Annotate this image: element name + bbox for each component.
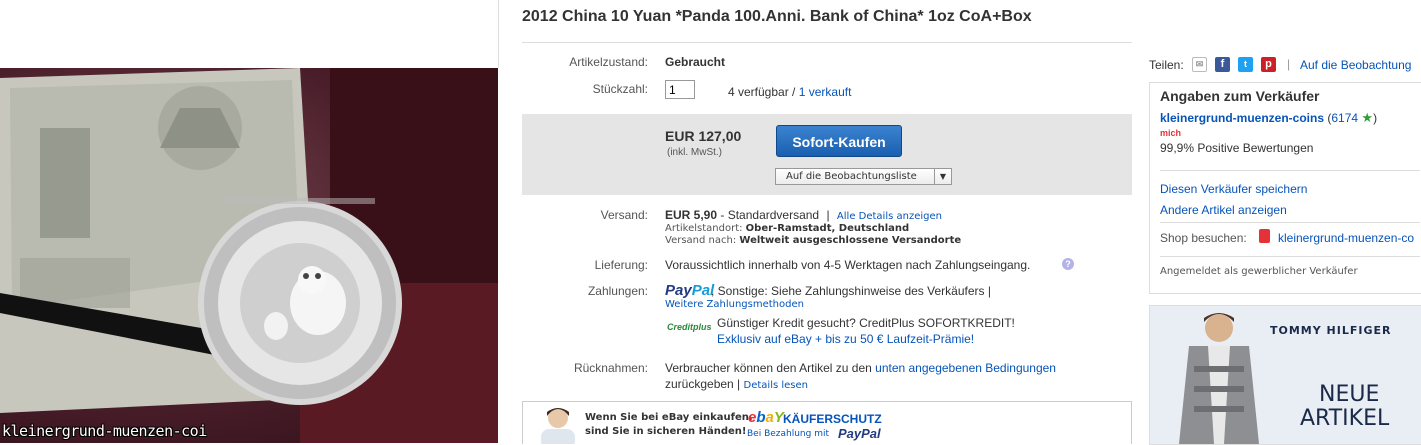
price: EUR 127,00 — [665, 128, 742, 144]
ad-line2: ARTIKEL — [1300, 406, 1390, 431]
item-title: 2012 China 10 Yuan *Panda 100.Anni. Bank… — [522, 8, 1032, 25]
returns-text-after: zurückgeben | — [665, 377, 741, 391]
creditplus-logo: Creditplus — [667, 322, 712, 332]
shipping-label: Versand: — [600, 208, 648, 222]
paypal-logo-pay: Pay — [665, 282, 692, 299]
ships-to-value: Weltweit ausgeschlossene Versandorte — [739, 235, 962, 246]
coin-photo-illustration — [0, 68, 498, 443]
returns-label: Rücknahmen: — [573, 361, 648, 375]
other-items-link[interactable]: Andere Artikel anzeigen — [1160, 203, 1287, 217]
shop-link[interactable]: kleinergrund-muenzen-co — [1278, 231, 1414, 245]
ebay-logo-b: b — [756, 409, 766, 426]
ad-brand-text: TOMMY HILFIGER — [1270, 324, 1392, 337]
returns-text-2: zurückgeben | Details lesen — [665, 377, 808, 391]
protection-line2: sind Sie in sicheren Händen! — [585, 426, 747, 437]
returns-details-link[interactable]: Details lesen — [744, 380, 808, 391]
returns-text-before: Verbraucher können den Artikel zu den — [665, 361, 876, 375]
share-separator: | — [1287, 57, 1291, 71]
watchlist-label: Auf die Beobachtungsliste — [786, 171, 917, 182]
protection-paypal: PayPal — [838, 426, 881, 441]
seller-name-row: kleinergrund-muenzen-coins (6174 ★) — [1160, 110, 1377, 126]
email-icon[interactable]: ✉ — [1192, 57, 1207, 72]
item-location: Artikelstandort: Ober-Ramstadt, Deutschl… — [665, 223, 909, 234]
positive-feedback: 99,9% Positive Bewertungen — [1160, 141, 1314, 155]
twitter-icon[interactable]: t — [1238, 57, 1253, 72]
sold-separator: / — [788, 85, 799, 99]
item-photo[interactable] — [0, 68, 498, 443]
location-value: Ober-Ramstadt, Deutschland — [745, 223, 910, 234]
facebook-icon[interactable]: f — [1215, 57, 1230, 72]
condition-value: Gebraucht — [665, 55, 726, 69]
image-gallery-top — [0, 0, 499, 68]
returns-text: Verbraucher können den Artikel zu den un… — [665, 361, 1056, 375]
sold-link[interactable]: 1 verkauft — [799, 85, 852, 99]
protection-brand-title: KÄUFERSCHUTZ — [783, 412, 882, 426]
paypal-logo: PayPal — [665, 282, 714, 299]
credit-text: Günstiger Kredit gesucht? CreditPlus SOF… — [717, 316, 1015, 330]
delivery-label: Lieferung: — [594, 258, 648, 272]
shipping-details-link[interactable]: Alle Details anzeigen — [837, 211, 942, 222]
ships-to-label: Versand nach: — [665, 235, 737, 246]
ad-brand: TOMMY HILFIGER — [1270, 324, 1391, 337]
feedback-score-link[interactable]: 6174 — [1331, 111, 1358, 125]
seller-divider-1 — [1160, 170, 1420, 171]
protection-line1: Wenn Sie bei eBay einkaufen, — [585, 412, 753, 423]
quantity-label: Stückzahl: — [592, 82, 648, 96]
feedback-close: ) — [1373, 111, 1378, 125]
payment-label: Zahlungen: — [587, 284, 648, 298]
payment-other-text: , Sonstige: Siehe Zahlungshinweise des V… — [711, 284, 991, 298]
chevron-down-icon[interactable]: ▼ — [934, 169, 951, 184]
seller-divider-3 — [1160, 256, 1420, 257]
more-payment-methods-link[interactable]: Weitere Zahlungsmethoden — [665, 299, 804, 310]
pinterest-icon[interactable]: p — [1261, 57, 1276, 72]
save-seller-link[interactable]: Diesen Verkäufer speichern — [1160, 182, 1307, 196]
buy-now-button[interactable]: Sofort-Kaufen — [776, 125, 902, 157]
credit-link[interactable]: Exklusiv auf eBay + bis zu 50 € Laufzeit… — [717, 332, 974, 346]
shipping-separator: | — [826, 208, 830, 222]
shipping-method: - Standardversand — [720, 208, 820, 222]
feedback-star-icon: ★ — [1361, 110, 1374, 125]
quantity-input[interactable] — [665, 80, 695, 99]
tax-note: (inkl. MwSt.) — [667, 147, 722, 158]
agent-photo — [541, 408, 575, 444]
title-divider — [522, 42, 1132, 43]
help-icon[interactable]: ? — [1062, 258, 1074, 270]
ad-model-photo — [1179, 313, 1259, 444]
buyer-protection-banner[interactable]: Wenn Sie bei eBay einkaufen, sind Sie in… — [522, 401, 1132, 444]
shipping-cost: EUR 5,90 — [665, 208, 718, 222]
ebay-logo-a: a — [765, 409, 774, 426]
shop-icon — [1259, 229, 1270, 243]
shipping-summary: EUR 5,90 - Standardversand | Alle Detail… — [665, 208, 942, 222]
ad-line1: NEUE — [1319, 382, 1380, 407]
location-label: Artikelstandort: — [665, 223, 743, 234]
condition-label: Artikelzustand: — [569, 55, 648, 69]
protection-brand-sub: Bei Bezahlung mit — [747, 429, 830, 439]
seller-info-title: Angaben zum Verkäufer — [1160, 88, 1320, 104]
me-page-badge[interactable]: mich — [1160, 128, 1181, 138]
ships-to: Versand nach: Weltweit ausgeschlossene V… — [665, 235, 961, 246]
available-count: 4 verfügbar — [728, 85, 789, 99]
shop-label: Shop besuchen: — [1160, 231, 1247, 245]
availability: 4 verfügbar / 1 verkauft — [728, 85, 851, 99]
share-label: Teilen: — [1149, 58, 1184, 72]
seller-name-link[interactable]: kleinergrund-muenzen-coins — [1160, 111, 1324, 125]
image-watermark: kleinergrund-muenzen-coi — [2, 422, 207, 440]
add-to-watchlist-link[interactable]: Auf die Beobachtung — [1300, 58, 1411, 72]
seller-divider-2 — [1160, 222, 1420, 223]
business-seller-note: Angemeldet als gewerblicher Verkäufer — [1160, 266, 1358, 277]
return-conditions-link[interactable]: unten angegebenen Bedingungen — [875, 361, 1056, 375]
add-to-watchlist-button[interactable]: Auf die Beobachtungsliste ▼ — [775, 168, 952, 185]
advertisement[interactable]: TOMMY HILFIGER NEUE ARTIKEL — [1149, 305, 1421, 445]
delivery-text: Voraussichtlich innerhalb von 4-5 Werkta… — [665, 258, 1031, 272]
ebay-logo: ebaY — [748, 410, 784, 425]
